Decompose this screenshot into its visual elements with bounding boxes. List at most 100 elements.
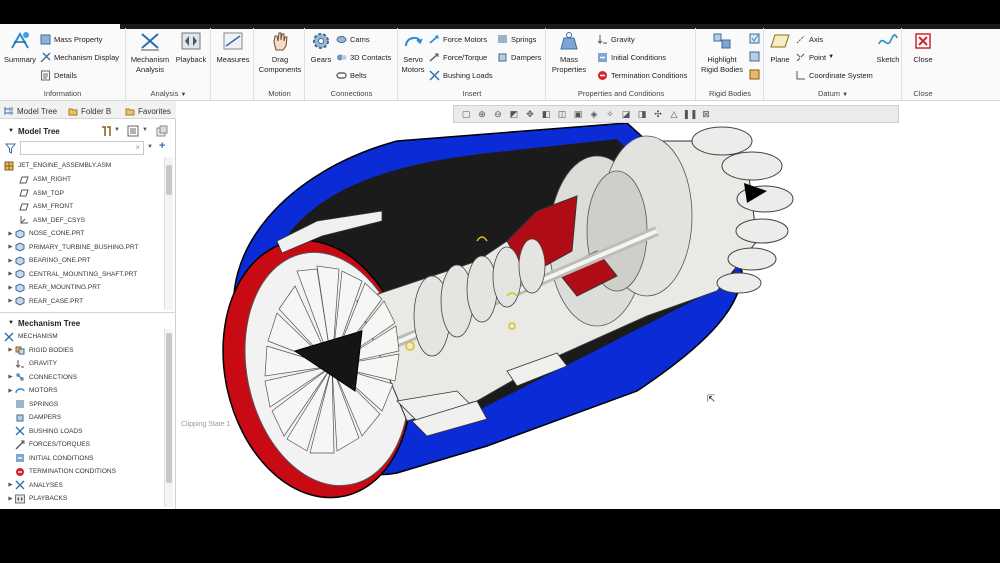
add-icon[interactable]: + xyxy=(159,140,165,152)
expand-icon[interactable]: ▶ xyxy=(6,244,15,250)
3d-contacts-button[interactable]: 3D Contacts xyxy=(336,50,391,64)
tree-row-rear-mounting[interactable]: ▶ REAR_MOUNTING.PRT xyxy=(6,281,166,295)
filter-icon[interactable] xyxy=(5,143,16,154)
refit-icon[interactable]: ▢ xyxy=(459,107,473,121)
skip-icon[interactable]: ⊠ xyxy=(699,107,713,121)
point-button[interactable]: Point ▼ xyxy=(795,50,834,64)
tab-folder-browser[interactable]: Folder B xyxy=(68,104,111,118)
coordinate-system-button[interactable]: Coordinate System xyxy=(795,68,873,82)
mech-row-springs[interactable]: SPRINGS xyxy=(15,398,175,412)
mechanism-tree-scrollbar[interactable] xyxy=(164,329,173,507)
expand-icon[interactable]: ▶ xyxy=(6,388,15,394)
springs-button[interactable]: Springs xyxy=(497,32,536,46)
tree-columns-dropdown-icon[interactable]: ▼ xyxy=(142,127,148,133)
display-style-icon[interactable]: ◧ xyxy=(539,107,553,121)
datum-display-icon[interactable]: ✧ xyxy=(603,107,617,121)
measures-button[interactable]: Measures xyxy=(214,30,252,65)
details-button[interactable]: Details xyxy=(40,68,77,82)
mech-row-forces-torques[interactable]: FORCES/TORQUES xyxy=(15,438,175,452)
expand-icon[interactable]: ▶ xyxy=(6,496,15,502)
clear-search-icon[interactable]: × xyxy=(135,143,140,152)
rigid-body-tool-3-icon[interactable] xyxy=(749,69,760,80)
rigid-body-tool-1-icon[interactable] xyxy=(749,33,760,44)
tree-row-bearing-one[interactable]: ▶ BEARING_ONE.PRT xyxy=(6,254,166,268)
gears-button[interactable]: Gears xyxy=(308,30,334,65)
initial-conditions-button[interactable]: Initial Conditions xyxy=(597,50,666,64)
tree-search-input[interactable]: × xyxy=(20,141,144,155)
tree-row-asm-def-csys[interactable]: ASM_DEF_CSYS xyxy=(19,214,179,228)
rigid-body-tool-2-icon[interactable] xyxy=(749,51,760,62)
expand-icon[interactable]: ▶ xyxy=(6,374,15,380)
perspective-icon[interactable]: ◈ xyxy=(587,107,601,121)
pause-icon[interactable]: ❚❚ xyxy=(682,107,697,121)
spin-center-icon[interactable]: ✥ xyxy=(523,107,537,121)
mech-row-connections[interactable]: ▶ CONNECTIONS xyxy=(6,371,166,385)
tree-row-central-mounting-shaft[interactable]: ▶ CENTRAL_MOUNTING_SHAFT.PRT xyxy=(6,268,166,282)
jet-engine-model[interactable] xyxy=(177,101,1000,509)
search-dropdown-icon[interactable]: ▼ xyxy=(147,144,153,150)
close-button[interactable]: Close xyxy=(905,30,941,65)
mechanism-display-button[interactable]: Mechanism Display xyxy=(40,50,119,64)
mass-properties-button[interactable]: Mass Properties xyxy=(549,30,589,75)
mech-row-termination-conditions[interactable]: TERMINATION CONDITIONS xyxy=(15,465,175,479)
force-motors-button[interactable]: Force Motors xyxy=(429,32,487,46)
tree-row-primary-turbine-bushing[interactable]: ▶ PRIMARY_TURBINE_BUSHING.PRT xyxy=(6,241,166,255)
termination-conditions-button[interactable]: Termination Conditions xyxy=(597,68,687,82)
belts-button[interactable]: Belts xyxy=(336,68,367,82)
expand-icon[interactable]: ▶ xyxy=(6,258,15,264)
zoom-out-icon[interactable]: ⊖ xyxy=(491,107,505,121)
tree-row-nose-cone[interactable]: ▶ NOSE_CONE.PRT xyxy=(6,227,166,241)
playback-button[interactable]: Playback xyxy=(173,30,209,65)
group-label-datum[interactable]: Datum ▼ xyxy=(765,89,901,98)
mechanism-analysis-button[interactable]: Mechanism Analysis xyxy=(129,30,171,75)
point-dropdown-icon[interactable]: ▼ xyxy=(828,54,834,60)
model-tree-scroll-thumb[interactable] xyxy=(166,165,172,195)
mech-row-rigid-bodies[interactable]: ▶ RIGID BODIES xyxy=(6,344,166,358)
bushing-loads-button[interactable]: Bushing Loads xyxy=(429,68,493,82)
group-label-analysis[interactable]: Analysis ▼ xyxy=(127,89,210,98)
mech-row-bushing-loads[interactable]: BUSHING LOADS xyxy=(15,425,175,439)
expand-icon[interactable]: ▶ xyxy=(6,482,15,488)
zoom-in-icon[interactable]: ⊕ xyxy=(475,107,489,121)
cams-button[interactable]: Cams xyxy=(336,32,370,46)
section-view-icon[interactable]: ◨ xyxy=(635,107,649,121)
expand-icon[interactable]: ▶ xyxy=(6,298,15,304)
force-torque-button[interactable]: Force/Torque xyxy=(429,50,487,64)
warning-icon[interactable]: △ xyxy=(667,107,681,121)
graphics-viewport[interactable]: ▢ ⊕ ⊖ ◩ ✥ ◧ ◫ ▣ ◈ ✧ ◪ ◨ ✣ △ ❚❚ ⊠ Clippin… xyxy=(177,101,1000,509)
mechanism-tree-scroll-thumb[interactable] xyxy=(166,333,172,483)
tree-row-asm-right[interactable]: ASM_RIGHT xyxy=(19,173,179,187)
view-manager-icon[interactable]: ▣ xyxy=(571,107,585,121)
tree-row-root-assembly[interactable]: JET_ENGINE_ASSEMBLY.ASM xyxy=(4,159,164,173)
drag-components-button[interactable]: Drag Components xyxy=(257,30,303,75)
expand-icon[interactable]: ▶ xyxy=(6,285,15,291)
mechanism-tree-header[interactable]: ▼ Mechanism Tree xyxy=(0,316,172,330)
repaint-icon[interactable]: ◩ xyxy=(507,107,521,121)
tab-favorites[interactable]: Favorites xyxy=(125,104,171,118)
expand-icon[interactable]: ▶ xyxy=(6,271,15,277)
mech-row-initial-conditions[interactable]: INITIAL CONDITIONS xyxy=(15,452,175,466)
annotation-display-icon[interactable]: ◪ xyxy=(619,107,633,121)
mech-row-motors[interactable]: ▶ MOTORS xyxy=(6,384,166,398)
mechanism-display-toggle-icon[interactable]: ✣ xyxy=(651,107,665,121)
collapse-triangle-icon[interactable]: ▼ xyxy=(8,128,14,134)
collapse-triangle-icon[interactable]: ▼ xyxy=(8,320,14,326)
gravity-button[interactable]: Gravity xyxy=(597,32,635,46)
tree-show-icon[interactable] xyxy=(156,125,168,137)
tree-row-asm-front[interactable]: ASM_FRONT xyxy=(19,200,179,214)
tree-settings-dropdown-icon[interactable]: ▼ xyxy=(114,127,120,133)
expand-icon[interactable]: ▶ xyxy=(6,231,15,237)
sketch-button[interactable]: Sketch xyxy=(875,30,901,65)
summary-button[interactable]: Summary xyxy=(2,30,38,65)
tab-model-tree[interactable]: Model Tree xyxy=(4,104,57,118)
plane-button[interactable]: Plane xyxy=(767,30,793,65)
mech-row-mechanism[interactable]: MECHANISM xyxy=(4,330,164,344)
mass-property-button[interactable]: Mass Property xyxy=(40,32,102,46)
saved-orientations-icon[interactable]: ◫ xyxy=(555,107,569,121)
mech-row-analyses[interactable]: ▶ ANALYSES xyxy=(6,479,166,493)
tree-row-asm-top[interactable]: ASM_TOP xyxy=(19,187,179,201)
tree-settings-icon[interactable] xyxy=(100,125,112,137)
mech-row-playbacks[interactable]: ▶ PLAYBACKS xyxy=(6,492,166,506)
dampers-button[interactable]: Dampers xyxy=(497,50,541,64)
servo-motors-button[interactable]: Servo Motors xyxy=(399,30,427,75)
